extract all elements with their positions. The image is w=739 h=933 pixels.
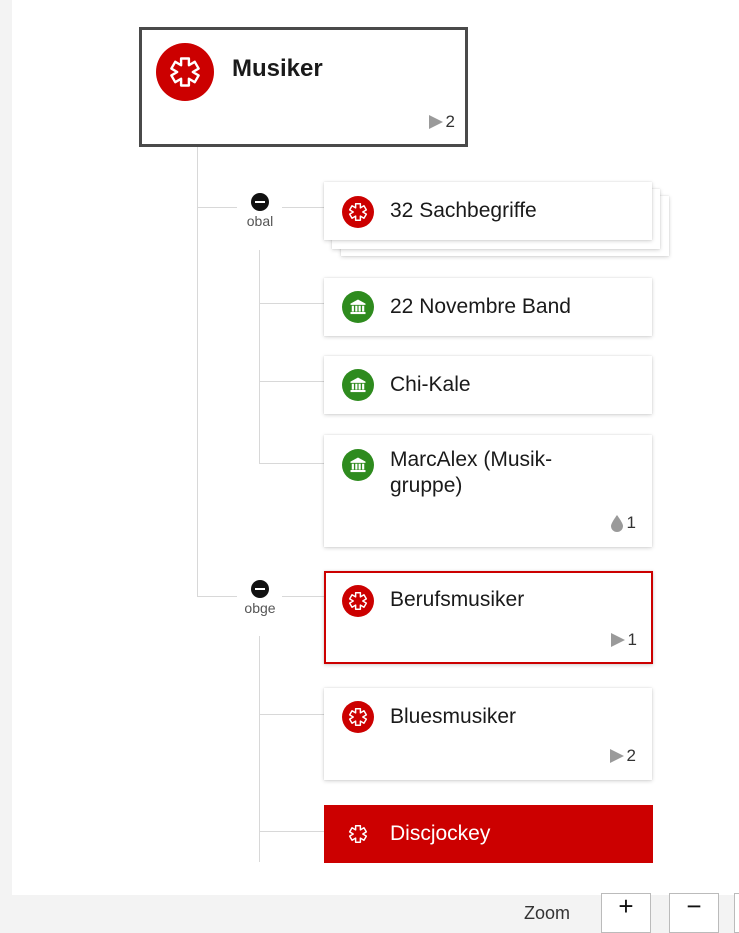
tree-connector xyxy=(197,596,237,597)
root-node-title: Musiker xyxy=(232,55,323,82)
node-card-chi-kale[interactable]: Chi-Kale xyxy=(324,356,652,414)
tree-canvas[interactable]: Musiker 2 obal 32 Sachbegriffe 22 Novemb… xyxy=(12,0,739,895)
child-count-indicator[interactable]: 2 xyxy=(609,746,636,766)
zoom-reset-button[interactable] xyxy=(734,893,739,933)
node-card-sachbegriffe[interactable]: 32 Sachbegriffe xyxy=(324,182,652,240)
zoom-in-button[interactable]: + xyxy=(601,893,651,933)
tree-connector xyxy=(197,147,198,597)
zoom-out-button[interactable]: − xyxy=(669,893,719,933)
node-label: Bluesmusiker xyxy=(390,705,517,728)
tree-connector xyxy=(282,596,324,597)
building-icon xyxy=(342,449,374,481)
asterisk-icon xyxy=(342,585,374,617)
node-label: Chi-Kale xyxy=(390,373,471,396)
collapse-icon xyxy=(251,580,269,598)
tree-connector xyxy=(259,250,260,463)
group-toggle-obal[interactable]: obal xyxy=(235,193,285,229)
tree-connector xyxy=(259,463,324,464)
node-label-line1: MarcAlex (Musik- xyxy=(390,448,553,471)
child-count-indicator[interactable]: 1 xyxy=(610,630,637,650)
asterisk-icon xyxy=(342,701,374,733)
drop-icon xyxy=(610,515,623,532)
group-label: obal xyxy=(246,213,274,229)
node-card-berufsmusiker[interactable]: Berufsmusiker 1 xyxy=(324,571,653,664)
drop-count: 1 xyxy=(626,513,636,532)
tree-connector xyxy=(259,303,324,304)
collapse-icon xyxy=(251,193,269,211)
tree-connector xyxy=(259,636,260,862)
asterisk-icon xyxy=(156,43,214,101)
node-label: 32 Sachbegriffe xyxy=(390,199,537,222)
child-count: 2 xyxy=(626,746,636,765)
drop-count-indicator[interactable]: 1 xyxy=(610,513,636,533)
expand-triangle-icon xyxy=(609,749,624,763)
tree-connector xyxy=(259,714,324,715)
child-count: 1 xyxy=(627,630,637,649)
root-node-card[interactable]: Musiker 2 xyxy=(139,27,468,147)
building-icon xyxy=(342,369,374,401)
node-card-22-novembre-band[interactable]: 22 Novembre Band xyxy=(324,278,652,336)
node-card-discjockey[interactable]: Discjockey xyxy=(324,805,653,863)
node-label: 22 Novembre Band xyxy=(390,295,571,318)
tree-connector xyxy=(282,207,324,208)
asterisk-icon xyxy=(342,196,374,228)
building-icon xyxy=(342,291,374,323)
asterisk-icon xyxy=(342,818,374,850)
group-label: obge xyxy=(244,600,276,616)
zoom-label: Zoom xyxy=(524,903,571,923)
expand-triangle-icon xyxy=(428,115,443,129)
tree-connector xyxy=(197,207,237,208)
child-count-indicator[interactable]: 2 xyxy=(428,112,455,132)
node-card-marcalex[interactable]: MarcAlex (Musik- gruppe) 1 xyxy=(324,435,652,547)
tree-connector xyxy=(259,381,324,382)
group-toggle-obge[interactable]: obge xyxy=(235,580,285,616)
node-label: Berufsmusiker xyxy=(390,588,525,611)
expand-triangle-icon xyxy=(610,633,625,647)
node-label-line2: gruppe) xyxy=(390,474,463,497)
child-count: 2 xyxy=(445,112,455,131)
tree-connector xyxy=(259,831,324,832)
node-label: Discjockey xyxy=(390,822,491,845)
node-card-bluesmusiker[interactable]: Bluesmusiker 2 xyxy=(324,688,652,780)
